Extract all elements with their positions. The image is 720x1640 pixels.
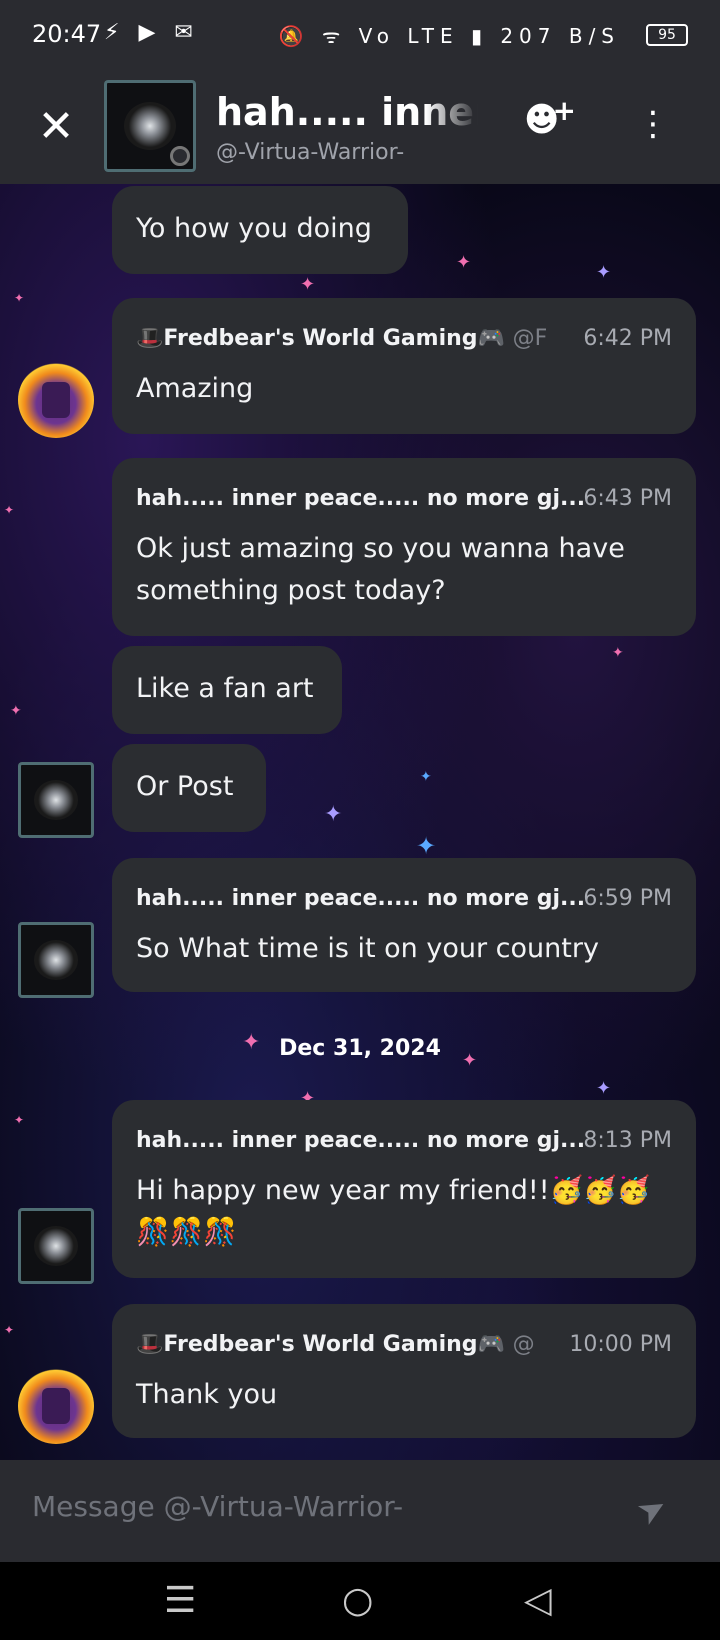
message-text: Like a fan art: [136, 673, 314, 704]
star-decoration-icon: ✦: [456, 252, 472, 273]
star-decoration-icon: ✦: [596, 1078, 612, 1099]
avatar-figure-icon: [42, 1388, 70, 1424]
avatar[interactable]: [18, 1368, 94, 1444]
message-handle: @: [512, 1332, 535, 1357]
avatar[interactable]: [18, 362, 94, 438]
avatar-disc-icon: [124, 102, 176, 150]
message-text-line2: 🎊🎊🎊: [136, 1217, 237, 1248]
chat-username: @-Virtua-Warrior-: [216, 140, 405, 165]
message-header: 🎩Fredbear's World Gaming🎮 @ 10:00 PM: [136, 1332, 672, 1362]
message-bubble[interactable]: Yo how you doing: [112, 186, 408, 274]
message-bubble[interactable]: 🎩Fredbear's World Gaming🎮 @ 10:00 PM Tha…: [112, 1304, 696, 1438]
message-header: hah..... inner peace..... no more gj... …: [136, 886, 672, 916]
avatar-disc-icon: [34, 780, 78, 820]
message-text: Thank you: [136, 1379, 278, 1410]
message-bubble[interactable]: hah..... inner peace..... no more gj... …: [112, 858, 696, 992]
more-options-icon[interactable]: ⋮: [636, 104, 670, 144]
star-decoration-icon: ✦: [4, 503, 15, 517]
message-time: 6:42 PM: [583, 326, 672, 351]
message-text: So What time is it on your country: [136, 933, 599, 964]
avatar[interactable]: [18, 762, 94, 838]
avatar[interactable]: [18, 922, 94, 998]
message-composer: Message @-Virtua-Warrior- ➤: [0, 1460, 720, 1562]
message-bubble[interactable]: Or Post: [112, 744, 266, 832]
date-divider: Dec 31, 2024: [279, 1036, 441, 1061]
message-bubble[interactable]: hah..... inner peace..... no more gj... …: [112, 458, 696, 636]
message-text: Yo how you doing: [136, 213, 372, 244]
contact-avatar[interactable]: [104, 80, 196, 172]
message-author[interactable]: 🎩Fredbear's World Gaming🎮 @: [136, 1332, 535, 1357]
message-author[interactable]: hah..... inner peace..... no more gj...: [136, 1128, 585, 1153]
close-icon[interactable]: ✕: [36, 105, 76, 149]
message-time: 10:00 PM: [569, 1332, 672, 1357]
message-author[interactable]: hah..... inner peace..... no more gj...: [136, 886, 585, 911]
send-icon[interactable]: ➤: [630, 1486, 675, 1535]
message-time: 6:59 PM: [583, 886, 672, 911]
plus-icon: +: [552, 94, 576, 127]
star-decoration-icon: ✦: [14, 291, 25, 305]
message-text-line2: something post today?: [136, 575, 446, 606]
star-decoration-icon: ✦: [300, 274, 316, 295]
message-author[interactable]: hah..... inner peace..... no more gj...: [136, 486, 585, 511]
add-friend-icon[interactable]: ☻ +: [524, 94, 576, 150]
home-icon[interactable]: ○: [342, 1580, 373, 1621]
back-icon[interactable]: ◁: [524, 1580, 552, 1621]
star-decoration-icon: ✦: [420, 769, 432, 785]
avatar[interactable]: [18, 1208, 94, 1284]
message-header: hah..... inner peace..... no more gj... …: [136, 486, 672, 516]
message-input[interactable]: Message @-Virtua-Warrior-: [32, 1490, 403, 1523]
message-text: Or Post: [136, 771, 234, 802]
message-time: 8:13 PM: [583, 1128, 672, 1153]
message-bubble[interactable]: hah..... inner peace..... no more gj... …: [112, 1100, 696, 1278]
message-handle: @F: [512, 326, 548, 351]
message-text: Hi happy new year my friend!!🥳🥳🥳: [136, 1175, 651, 1206]
message-header: 🎩Fredbear's World Gaming🎮 @F 6:42 PM: [136, 326, 672, 356]
message-bubble[interactable]: Like a fan art: [112, 646, 342, 734]
system-nav-bar: ☰ ○ ◁: [0, 1562, 720, 1640]
system-status-icons: 🔕 ᯤ Vo LTE ▮ 207 B/S: [278, 24, 620, 48]
avatar-disc-icon: [34, 940, 78, 980]
chat-title[interactable]: hah..... inner peace..... no more gj...: [216, 90, 478, 134]
star-decoration-icon: ✦: [416, 832, 437, 860]
star-decoration-icon: ✦: [596, 262, 612, 283]
star-decoration-icon: ✦: [10, 703, 22, 719]
message-header: hah..... inner peace..... no more gj... …: [136, 1128, 672, 1158]
status-bar: 20:47 ⚡ ▶ ✉ 🔕 ᯤ Vo LTE ▮ 207 B/S 95: [0, 0, 720, 70]
status-dot-icon: [170, 146, 190, 166]
star-decoration-icon: ✦: [324, 802, 343, 827]
star-decoration-icon: ✦: [14, 1113, 25, 1127]
star-decoration-icon: ✦: [4, 1323, 15, 1337]
avatar-figure-icon: [42, 382, 70, 418]
status-time: 20:47: [32, 20, 102, 48]
message-text: Amazing: [136, 373, 254, 404]
message-text: Ok just amazing so you wanna have: [136, 533, 625, 564]
notification-icons: ⚡ ▶ ✉: [104, 20, 199, 45]
recent-apps-icon[interactable]: ☰: [164, 1580, 196, 1621]
avatar-disc-icon: [34, 1226, 78, 1266]
star-decoration-icon: ✦: [612, 645, 624, 661]
message-bubble[interactable]: 🎩Fredbear's World Gaming🎮 @F 6:42 PM Ama…: [112, 298, 696, 434]
message-author[interactable]: 🎩Fredbear's World Gaming🎮 @F: [136, 326, 547, 351]
battery-icon: 95: [646, 24, 688, 46]
message-time: 6:43 PM: [583, 486, 672, 511]
chat-header: ✕ hah..... inner peace..... no more gj..…: [0, 70, 720, 184]
